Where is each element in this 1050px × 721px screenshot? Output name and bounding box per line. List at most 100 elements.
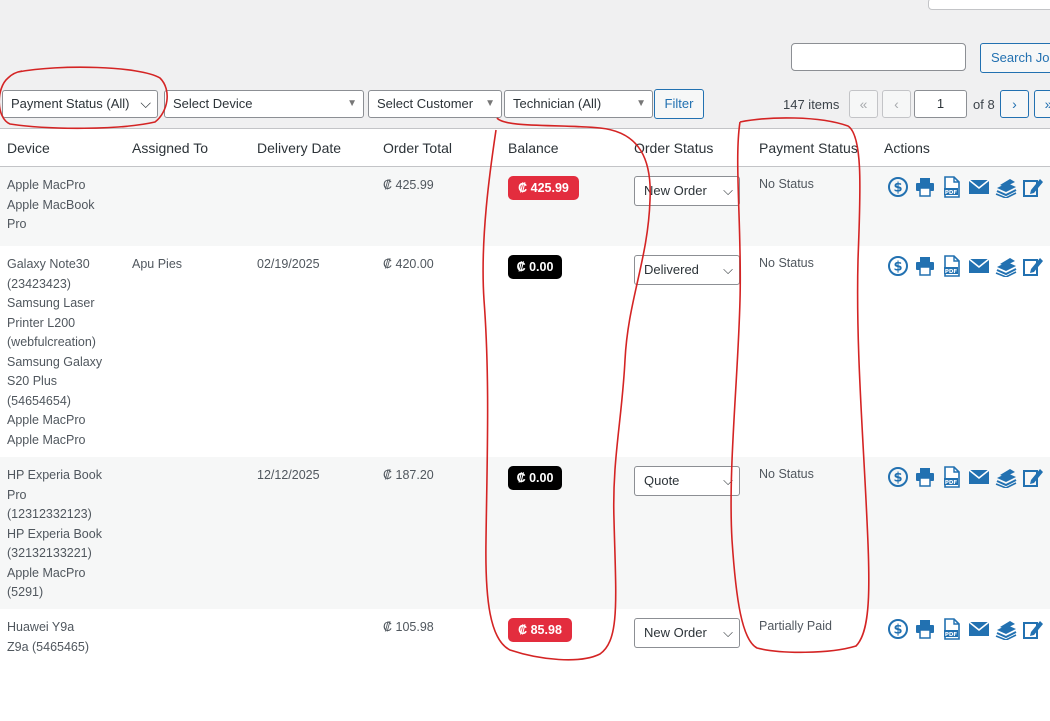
order-status-value: New Order [644,183,707,198]
top-field[interactable] [928,0,1050,10]
edit-icon[interactable] [1022,255,1044,277]
header-actions: Actions [884,140,930,156]
payment-status-cell: Partially Paid [759,619,832,633]
device-line: (12312332123) [7,507,92,521]
total-pages: of 8 [973,97,995,112]
edit-icon[interactable] [1022,176,1044,198]
order-total-cell: ₡ 425.99 [383,178,434,192]
technician-filter[interactable]: Technician (All) ▼ [504,90,653,118]
device-line: (webfulcreation) [7,335,96,349]
device-cell[interactable]: Huawei Y9a Z9a (5465465) [7,618,89,657]
page-footer-area [0,668,1050,721]
svg-text:$: $ [893,260,902,275]
customer-filter-label: Select Customer [377,96,474,111]
table-row: Galaxy Note30 (23423423) Samsung Laser Prin… [0,246,1050,457]
order-status-value: Delivered [644,262,699,277]
svg-text:PDF: PDF [945,269,958,275]
order-status-select[interactable]: Quote ⌵ [634,466,740,496]
next-page-button[interactable]: › [1000,90,1029,118]
first-page-button[interactable]: « [849,90,878,118]
order-total-cell: ₡ 187.20 [383,468,434,482]
device-line: Apple MacPro [7,413,86,427]
dollar-icon[interactable]: $ [887,466,909,488]
payment-status-cell: No Status [759,467,814,481]
device-line: Samsung Galaxy [7,354,103,369]
device-filter[interactable]: Select Device ▼ [164,90,364,118]
prev-page-button[interactable]: ‹ [882,90,911,118]
chevron-down-icon: ⌵ [723,183,733,198]
printer-icon[interactable] [914,618,936,640]
device-line: Apple MacPro [7,432,86,447]
header-delivery-date[interactable]: Delivery Date [257,140,341,156]
order-total-cell: ₡ 420.00 [383,257,434,271]
payment-status-cell: No Status [759,177,814,191]
dollar-icon[interactable]: $ [887,176,909,198]
stack-icon[interactable] [995,176,1017,199]
pdf-icon[interactable]: PDF [941,255,963,277]
pdf-icon[interactable]: PDF [941,176,963,198]
stack-icon[interactable] [995,466,1017,489]
last-page-button[interactable]: » [1034,90,1050,118]
email-icon[interactable] [968,176,990,198]
chevron-down-icon: ⌵ [723,473,733,488]
delivery-date-cell: 02/19/2025 [257,257,320,271]
customer-filter[interactable]: Select Customer ▼ [368,90,502,118]
chevron-down-icon: ⌵ [723,625,733,640]
search-job-button[interactable]: Search Job [980,43,1050,73]
device-line: Galaxy Note30 [7,257,90,271]
printer-icon[interactable] [914,466,936,488]
device-line: (54654654) [7,393,71,408]
device-line: Z9a (5465465) [7,639,90,654]
header-order-status[interactable]: Order Status [634,140,713,156]
printer-icon[interactable] [914,176,936,198]
header-assigned-to[interactable]: Assigned To [132,140,208,156]
stack-icon[interactable] [995,618,1017,641]
balance-badge: ₡ 425.99 [508,176,579,200]
device-line: (5291) [7,585,44,599]
email-icon[interactable] [968,618,990,640]
order-status-select[interactable]: New Order ⌵ [634,618,740,648]
pdf-icon[interactable]: PDF [941,618,963,640]
svg-text:$: $ [893,471,902,486]
header-payment-status[interactable]: Payment Status [759,140,858,156]
edit-icon[interactable] [1022,466,1044,488]
device-cell[interactable]: Apple MacPro Apple MacBook Pro [7,176,95,235]
header-balance[interactable]: Balance [508,140,559,156]
order-status-value: New Order [644,625,707,640]
caret-down-icon: ▼ [485,98,495,109]
dollar-icon[interactable]: $ [887,618,909,640]
delivery-date-cell: 12/12/2025 [257,468,320,482]
edit-icon[interactable] [1022,618,1044,640]
header-order-total[interactable]: Order Total [383,140,452,156]
email-icon[interactable] [968,255,990,277]
caret-down-icon: ▼ [347,98,357,109]
order-status-select[interactable]: New Order ⌵ [634,176,740,206]
chevron-down-icon: ⌵ [140,95,151,111]
jobs-table: Device Assigned To Delivery Date Order T… [0,128,1050,669]
device-line: Pro [7,487,27,502]
device-cell[interactable]: HP Experia Book Pro (12312332123) HP Experi… [7,466,102,603]
email-icon[interactable] [968,466,990,488]
device-line: Huawei Y9a [7,620,75,634]
printer-icon[interactable] [914,255,936,277]
search-input[interactable] [791,43,966,71]
device-line: Pro [7,217,27,231]
payment-status-filter[interactable]: Payment Status (All) ⌵ [2,90,158,118]
device-line: (23423423) [7,276,71,291]
svg-text:$: $ [893,181,902,196]
dollar-icon[interactable]: $ [887,255,909,277]
device-line: Apple MacPro [7,565,86,580]
device-cell[interactable]: Galaxy Note30 (23423423) Samsung Laser Prin… [7,255,102,450]
order-status-value: Quote [644,473,680,488]
assigned-to-cell: Apu Pies [132,257,183,271]
order-status-select[interactable]: Delivered ⌵ [634,255,740,285]
stack-icon[interactable] [995,255,1017,278]
svg-text:PDF: PDF [945,480,958,486]
filter-button[interactable]: Filter [654,89,704,119]
current-page-input[interactable]: 1 [914,90,967,118]
header-device[interactable]: Device [7,140,50,156]
pdf-icon[interactable]: PDF [941,466,963,488]
table-header: Device Assigned To Delivery Date Order T… [0,129,1050,167]
device-line: Apple MacPro [7,178,86,192]
device-filter-label: Select Device [173,96,253,111]
